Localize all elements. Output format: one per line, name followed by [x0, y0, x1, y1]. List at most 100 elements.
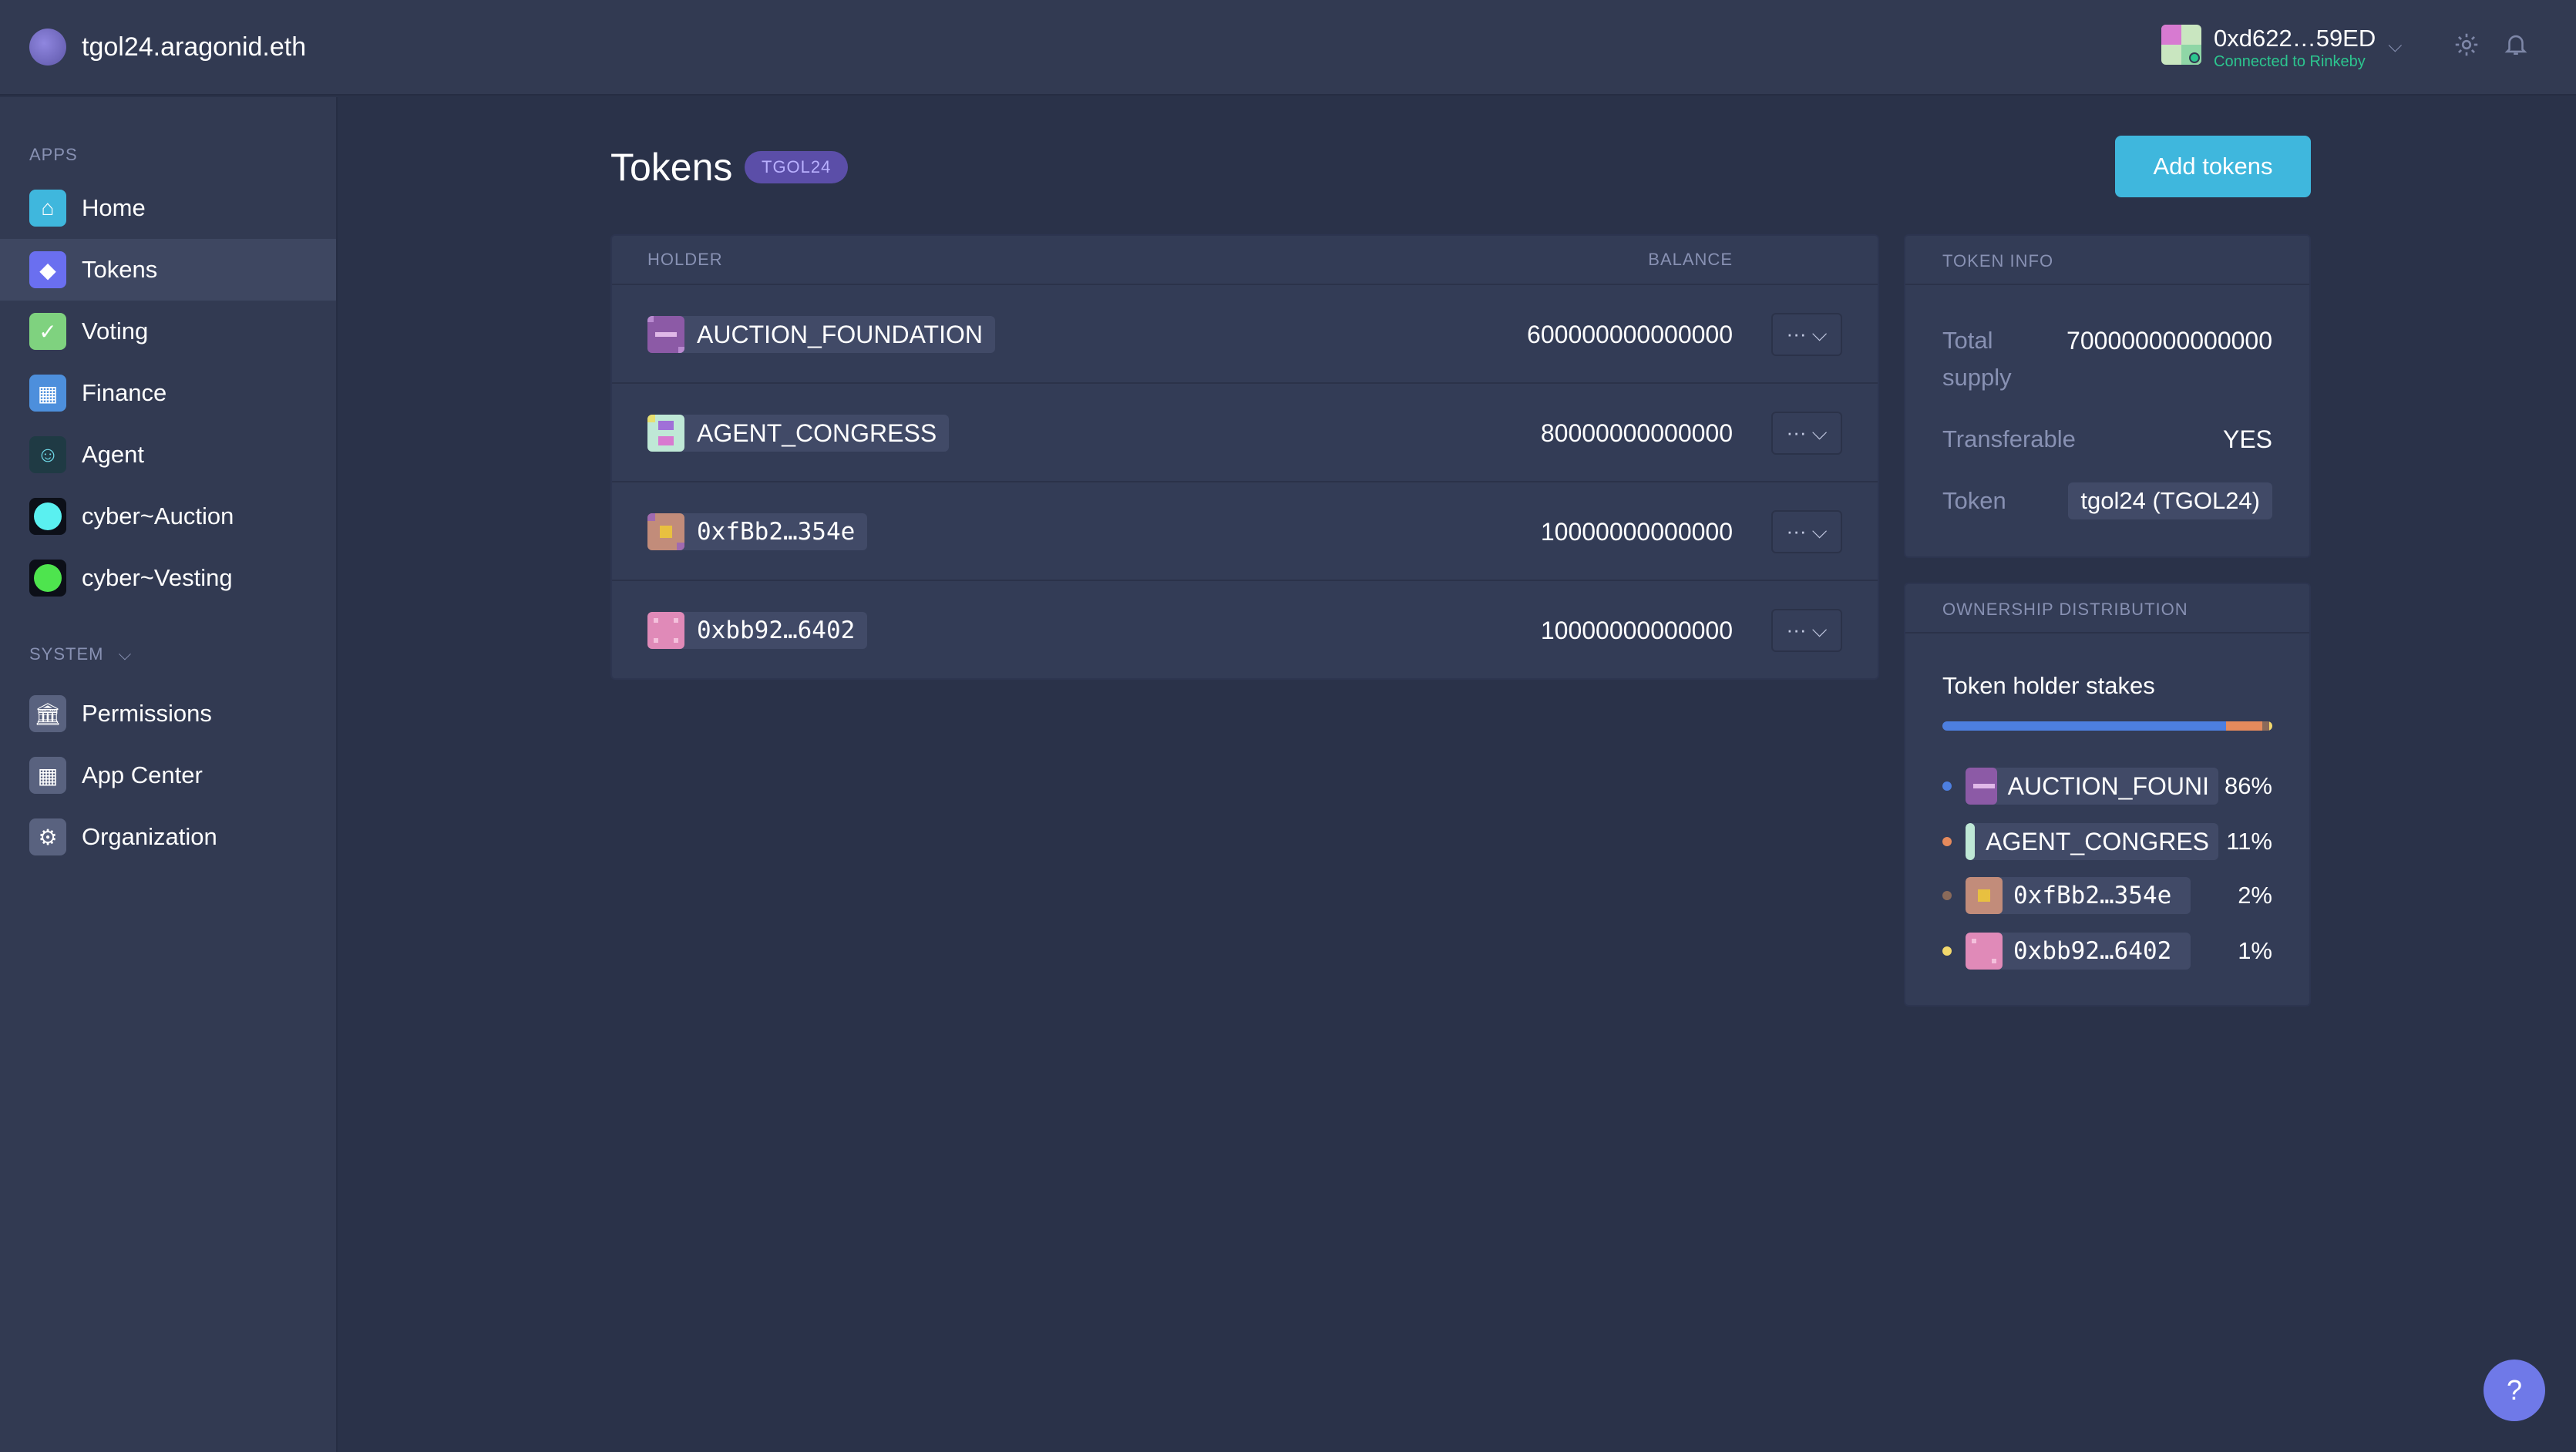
- voting-icon: ✓: [29, 313, 66, 350]
- token-name-badge: tgol24 (TGOL24): [2068, 482, 2272, 519]
- holder-identicon: [647, 415, 684, 452]
- stake-percent: 1%: [2238, 937, 2272, 964]
- stake-bar-segment: [1942, 721, 2227, 731]
- tokens-icon: ◆: [29, 251, 66, 288]
- holder-address: 0xfBb2…354e: [2013, 882, 2172, 909]
- chevron-down-icon: ⌵: [118, 644, 133, 664]
- sidebar: APPS ⌂ Home ◆ Tokens ✓ Voting ▦ Finance …: [0, 97, 338, 1452]
- sidebar-item-agent[interactable]: ☺ Agent: [0, 424, 336, 486]
- stake-percent: 2%: [2238, 882, 2272, 909]
- row-actions-menu[interactable]: ··· ⌵: [1771, 510, 1842, 553]
- gear-icon[interactable]: [2451, 31, 2482, 62]
- holder-badge[interactable]: AGENT_CONGRESS: [647, 415, 950, 452]
- holder-name: AUCTION_FOUNDATION: [697, 320, 983, 348]
- sidebar-item-permissions[interactable]: 🏛 Permissions: [0, 683, 336, 744]
- stake-row: AUCTION_FOUNI 86%: [1942, 768, 2272, 805]
- bell-icon[interactable]: [2500, 31, 2531, 62]
- stake-color-dot: [1942, 946, 1952, 956]
- org-logo: [29, 29, 66, 66]
- stake-color-dot: [1942, 781, 1952, 791]
- holder-badge[interactable]: AUCTION_FOUNI: [1966, 768, 2218, 805]
- ownership-heading: OWNERSHIP DISTRIBUTION: [1905, 584, 2309, 634]
- cyber-vesting-icon: [29, 560, 66, 597]
- token-label: Token: [1942, 487, 2006, 514]
- holders-table: HOLDER BALANCE AUCTION_FOUNDATION 600000…: [610, 234, 1879, 680]
- stake-row: 0xfBb2…354e 2%: [1942, 877, 2272, 914]
- stakes-bar: [1942, 721, 2272, 731]
- sidebar-item-cyber-auction[interactable]: cyber~Auction: [0, 486, 336, 547]
- holder-balance: 10000000000000: [1540, 518, 1733, 546]
- row-actions-menu[interactable]: ··· ⌵: [1771, 313, 1842, 356]
- stake-row: 0xbb92…6402 1%: [1942, 933, 2272, 970]
- help-button[interactable]: ?: [2484, 1360, 2545, 1421]
- stake-bar-segment: [2268, 721, 2272, 731]
- holder-badge[interactable]: 0xfBb2…354e: [647, 513, 868, 550]
- stake-row: AGENT_CONGRES 11%: [1942, 823, 2272, 860]
- org-name: tgol24.aragonid.eth: [82, 32, 307, 62]
- sidebar-item-tokens[interactable]: ◆ Tokens: [0, 239, 336, 301]
- table-row: 0xfBb2…354e 10000000000000 ··· ⌵: [612, 481, 1878, 580]
- stake-color-dot: [1942, 837, 1952, 846]
- holder-badge[interactable]: 0xfBb2…354e: [1966, 877, 2191, 914]
- token-info-heading: TOKEN INFO: [1905, 236, 2309, 285]
- sidebar-item-label: Permissions: [82, 700, 212, 727]
- transferable-label: Transferable: [1942, 425, 2076, 452]
- add-tokens-button[interactable]: Add tokens: [2115, 136, 2311, 197]
- row-actions-menu[interactable]: ··· ⌵: [1771, 609, 1842, 652]
- table-row: 0xbb92…6402 10000000000000 ··· ⌵: [612, 580, 1878, 678]
- holder-badge[interactable]: AGENT_CONGRES: [1966, 823, 2218, 860]
- sidebar-item-organization[interactable]: ⚙ Organization: [0, 806, 336, 868]
- account-button[interactable]: 0xd622…59ED Connected to Rinkeby ⌵: [2161, 25, 2402, 71]
- finance-icon: ▦: [29, 375, 66, 412]
- stake-percent: 86%: [2224, 772, 2272, 799]
- ownership-distribution-panel: OWNERSHIP DISTRIBUTION Token holder stak…: [1904, 583, 2311, 1007]
- holder-badge[interactable]: 0xbb92…6402: [647, 612, 868, 649]
- holder-identicon: [1966, 877, 2003, 914]
- holder-balance: 600000000000000: [1527, 321, 1733, 348]
- table-row: AUCTION_FOUNDATION 600000000000000 ··· ⌵: [612, 284, 1878, 382]
- sidebar-item-finance[interactable]: ▦ Finance: [0, 362, 336, 424]
- stake-bar-segment: [2226, 721, 2263, 731]
- sidebar-item-label: Tokens: [82, 256, 158, 283]
- sidebar-item-voting[interactable]: ✓ Voting: [0, 301, 336, 362]
- sidebar-item-label: Agent: [82, 441, 145, 468]
- top-bar: tgol24.aragonid.eth 0xd622…59ED Connecte…: [0, 0, 2576, 96]
- sidebar-item-label: App Center: [82, 761, 203, 788]
- holder-identicon: [647, 316, 684, 353]
- token-info-panel: TOKEN INFO Total supply 700000000000000 …: [1904, 234, 2311, 558]
- holder-badge[interactable]: AUCTION_FOUNDATION: [647, 316, 995, 353]
- system-section-toggle[interactable]: SYSTEM ⌵: [29, 644, 132, 664]
- holder-address: 0xbb92…6402: [697, 617, 856, 644]
- sidebar-item-cyber-vesting[interactable]: cyber~Vesting: [0, 547, 336, 609]
- holder-balance: 80000000000000: [1540, 419, 1733, 447]
- stake-percent: 11%: [2226, 828, 2272, 855]
- sidebar-item-label: Home: [82, 194, 146, 221]
- holder-identicon: [1966, 823, 1976, 860]
- chevron-down-icon: ⌵: [2388, 35, 2403, 56]
- org-switcher[interactable]: tgol24.aragonid.eth: [29, 29, 306, 66]
- sidebar-item-label: cyber~Vesting: [82, 564, 233, 591]
- stake-bar-segment: [2262, 721, 2269, 731]
- account-avatar: [2161, 25, 2201, 65]
- row-actions-menu[interactable]: ··· ⌵: [1771, 412, 1842, 455]
- table-row: AGENT_CONGRESS 80000000000000 ··· ⌵: [612, 382, 1878, 481]
- apps-section-label: APPS: [29, 145, 78, 164]
- holder-name: AGENT_CONGRES: [1986, 827, 2209, 855]
- stakes-title: Token holder stakes: [1942, 672, 2155, 699]
- sidebar-item-app-center[interactable]: ▦ App Center: [0, 744, 336, 806]
- holder-identicon: [1966, 933, 2003, 970]
- account-address: 0xd622…59ED: [2214, 25, 2376, 52]
- sidebar-item-home[interactable]: ⌂ Home: [0, 177, 336, 239]
- holder-badge[interactable]: 0xbb92…6402: [1966, 933, 2191, 970]
- column-header-holder: HOLDER: [647, 250, 723, 269]
- sidebar-item-label: Organization: [82, 823, 217, 850]
- holder-name: AGENT_CONGRESS: [697, 418, 937, 447]
- transferable-value: YES: [2222, 425, 2272, 453]
- network-status: Connected to Rinkeby: [2214, 53, 2366, 70]
- holder-balance: 10000000000000: [1540, 617, 1733, 644]
- total-supply-label: Total supply: [1942, 327, 2012, 391]
- total-supply-value: 700000000000000: [2067, 327, 2272, 355]
- cyber-auction-icon: [29, 498, 66, 535]
- column-header-balance: BALANCE: [1648, 250, 1733, 269]
- holder-address: 0xfBb2…354e: [697, 518, 856, 546]
